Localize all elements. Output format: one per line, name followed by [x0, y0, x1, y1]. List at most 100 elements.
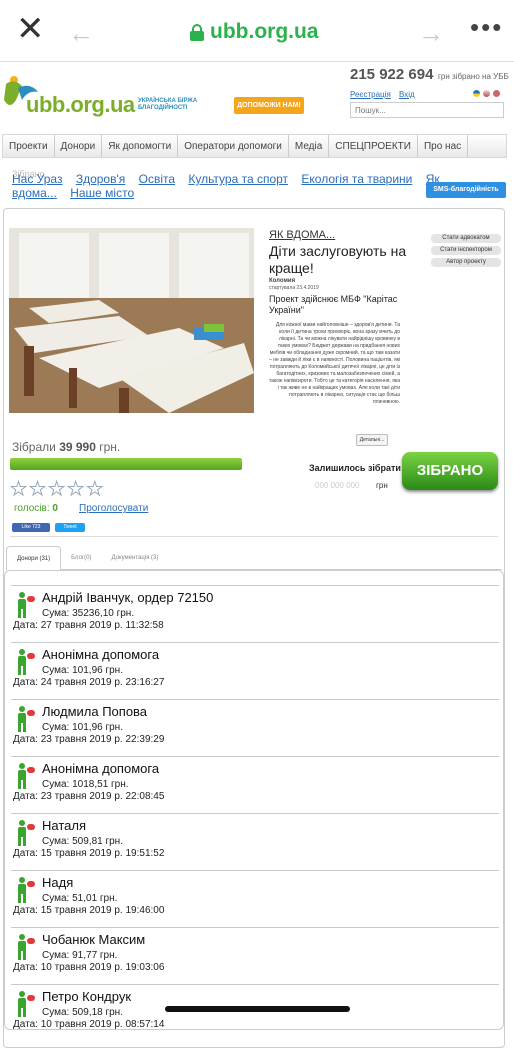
donor-date: Дата: 24 травня 2019 р. 23:16:27: [13, 677, 165, 688]
category-ecology-animals[interactable]: Екологія та тварини: [301, 172, 412, 186]
flag-ua-icon[interactable]: [473, 90, 480, 97]
forward-arrow-icon[interactable]: →: [418, 18, 444, 49]
rating-stars[interactable]: ★ ★ ★ ★ ★: [9, 479, 104, 500]
star-icon[interactable]: ★: [29, 479, 47, 500]
votes-label: голосів:: [14, 503, 50, 514]
category-all[interactable]: Нас Ураз: [12, 172, 62, 186]
lock-icon: [190, 24, 204, 41]
project-organization: Проект здійснює МБФ "Карітас України": [269, 294, 398, 315]
nav-item-about[interactable]: Про нас: [418, 135, 469, 157]
donor-name: Наталя: [42, 818, 86, 833]
donor-list: Андрій Іванчук, ордер 72150 Сума: 35236,1…: [4, 570, 504, 1030]
raised-unit: грн.: [99, 440, 121, 454]
login-link[interactable]: Вхід: [399, 90, 415, 99]
facebook-like-button[interactable]: Like 723: [12, 523, 50, 532]
donor-date: Дата: 23 травня 2019 р. 22:08:45: [13, 791, 165, 802]
donor-person-icon: [15, 706, 35, 732]
project-title: Діти заслуговують на краще!: [269, 243, 407, 276]
star-icon[interactable]: ★: [67, 479, 85, 500]
nav-item-media[interactable]: Медіа: [289, 135, 330, 157]
raised-value: 39 990: [59, 440, 96, 454]
nav-item-special-projects[interactable]: СПЕЦПРОЕКТИ: [329, 135, 418, 157]
donor-sum: Сума: 509,18 грн.: [42, 1007, 123, 1018]
donor-date: Дата: 15 травня 2019 р. 19:46:00: [13, 905, 165, 916]
category-nav: Нас Ураз Здоров'я Освіта Культура та спо…: [12, 172, 482, 200]
project-author-button[interactable]: Автор проекту: [431, 258, 501, 267]
star-icon[interactable]: ★: [9, 479, 27, 500]
collected-button[interactable]: ЗІБРАНО: [402, 452, 498, 490]
become-advocate-button[interactable]: Стати адвокатом: [431, 234, 501, 243]
nav-item-how-to-help[interactable]: Як допомогти: [102, 135, 179, 157]
main-nav: Проекти Донори Як допомогти Оператори до…: [2, 134, 507, 158]
donor-person-icon: [15, 991, 35, 1017]
donor-row: Андрій Іванчук, ордер 72150 Сума: 35236,1…: [11, 585, 499, 642]
address-bar[interactable]: ubb.org.ua: [190, 18, 319, 46]
details-button[interactable]: Детальні...: [356, 434, 388, 446]
project-tabs: Донори (31) Блог(0) Документація (3): [6, 546, 502, 571]
donor-row: Людмила Попова Сума: 101,96 грн. Дата: 23 …: [11, 699, 499, 756]
project-photo: [9, 228, 254, 413]
nav-item-operators[interactable]: Оператори допомоги: [178, 135, 289, 157]
sms-charity-button[interactable]: SMS-благодійність: [426, 182, 506, 198]
close-icon[interactable]: ✕: [16, 12, 45, 46]
donor-person-icon: [15, 763, 35, 789]
category-education[interactable]: Освіта: [139, 172, 175, 186]
language-flags: [473, 90, 500, 97]
home-indicator[interactable]: [165, 1006, 350, 1012]
donor-name: Петро Кондрук: [42, 989, 132, 1004]
tweet-button[interactable]: Tweet: [55, 523, 85, 532]
divider: [10, 536, 498, 537]
donor-person-icon: [15, 934, 35, 960]
nav-item-projects[interactable]: Проекти: [3, 135, 55, 157]
project-start-date: стартувала 23.4.2019: [269, 285, 319, 291]
donor-name: Анонімна допомога: [42, 647, 160, 662]
donor-sum: Сума: 101,96 грн.: [42, 665, 123, 676]
donor-row: Анонімна допомога Сума: 101,96 грн. Дата: …: [11, 642, 499, 699]
donor-person-icon: [15, 649, 35, 675]
donor-person-icon: [15, 820, 35, 846]
donor-sum: Сума: 51,01 грн.: [42, 893, 118, 904]
donor-date: Дата: 27 травня 2019 р. 11:32:58: [13, 620, 164, 631]
donor-name: Анонімна допомога: [42, 761, 160, 776]
tab-donors[interactable]: Донори (31): [6, 546, 62, 571]
star-icon[interactable]: ★: [86, 479, 104, 500]
flag-en-icon[interactable]: [493, 90, 500, 97]
donor-date: Дата: 10 травня 2019 р. 19:03:06: [13, 962, 165, 973]
donor-row: Наталя Сума: 509,81 грн. Дата: 15 травня 2…: [11, 813, 499, 870]
progress-bar: [10, 458, 242, 470]
remaining-value: 000 000 000: [315, 481, 360, 490]
donor-row: Надя Сума: 51,01 грн. Дата: 15 травня 2019…: [11, 870, 499, 927]
category-our-city[interactable]: Наше місто: [70, 186, 134, 200]
flag-ru-icon[interactable]: [483, 90, 490, 97]
category-health[interactable]: Здоров'я: [76, 172, 125, 186]
donor-person-icon: [15, 592, 35, 618]
votes-count: голосів: 0: [14, 503, 58, 514]
nav-item-donors[interactable]: Донори: [55, 135, 103, 157]
register-link[interactable]: Реєстрація: [350, 90, 391, 99]
project-category-tag[interactable]: ЯК ВДОМА...: [269, 229, 335, 241]
logo-subtitle: УКРАЇНСЬКА БІРЖА БЛАГОДІЙНОСТІ: [138, 98, 198, 111]
search-input[interactable]: [350, 102, 504, 118]
donor-sum: Сума: 101,96 грн.: [42, 722, 123, 733]
donor-name: Надя: [42, 875, 74, 890]
donate-button[interactable]: ДОПОМОЖИ НАМ!: [234, 97, 304, 114]
donor-person-icon: [15, 877, 35, 903]
donor-sum: Сума: 1018,51 грн.: [42, 779, 129, 790]
collected-total-note: грн зібрано на УББ: [438, 72, 509, 81]
back-arrow-icon[interactable]: ←: [68, 18, 94, 49]
project-city: Коломия: [269, 278, 296, 284]
donor-name: Чобанюк Максим: [42, 932, 146, 947]
browser-toolbar: ✕ ← ubb.org.ua → •••: [0, 0, 514, 62]
become-inspector-button[interactable]: Стати інспектором: [431, 246, 501, 255]
remaining-label: Залишилось зібрати: [309, 463, 401, 473]
tab-documents[interactable]: Документація (3): [101, 546, 168, 569]
donor-name: Людмила Попова: [42, 704, 148, 719]
more-options-icon[interactable]: •••: [470, 12, 503, 43]
tab-blog[interactable]: Блог(0): [61, 546, 101, 569]
category-culture-sport[interactable]: Культура та спорт: [188, 172, 288, 186]
logo-text[interactable]: ubb.org.ua: [26, 92, 135, 118]
donor-row: Чобанюк Максим Сума: 91,77 грн. Дата: 10 т…: [11, 927, 499, 984]
star-icon[interactable]: ★: [48, 479, 66, 500]
vote-link[interactable]: Проголосувати: [79, 503, 148, 514]
donor-sum: Сума: 509,81 грн.: [42, 836, 123, 847]
